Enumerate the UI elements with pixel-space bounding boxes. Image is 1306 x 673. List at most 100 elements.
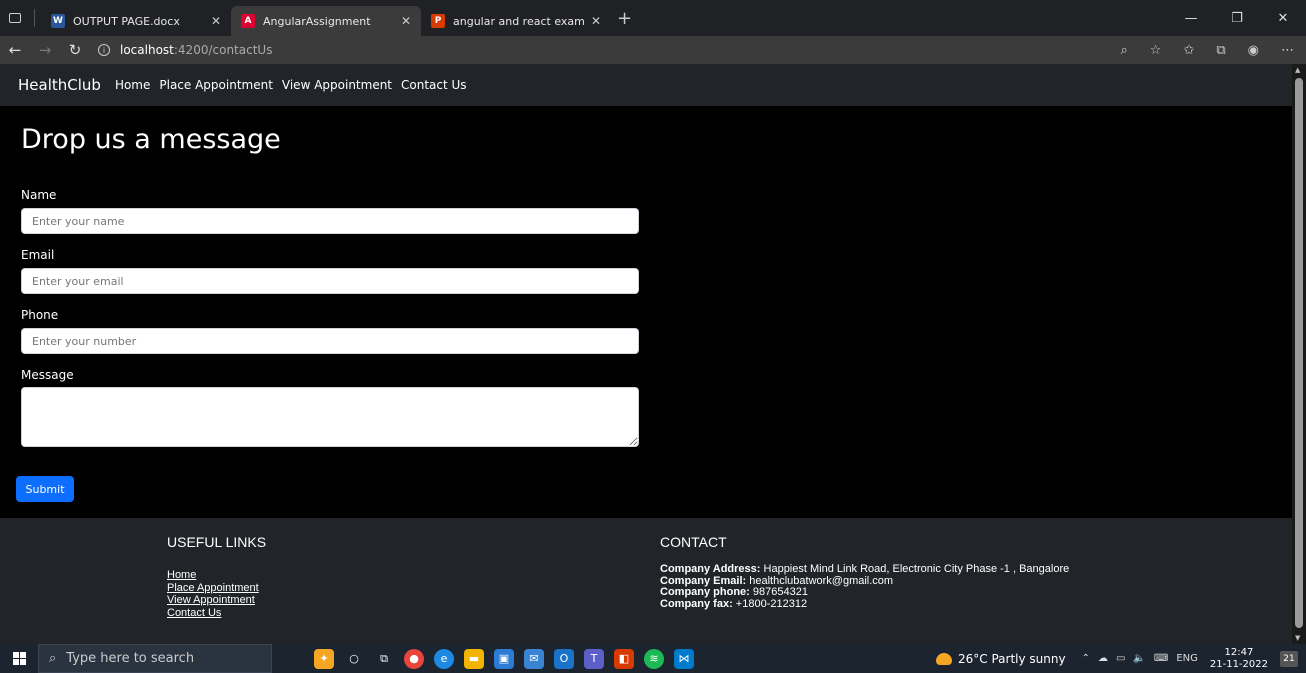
- page-title: Drop us a message: [21, 124, 281, 155]
- url-path: :4200/contactUs: [173, 43, 273, 57]
- company-fax: Company fax: +1800-212312: [660, 597, 1069, 611]
- taskbar-search[interactable]: ⌕ Type here to search: [38, 644, 272, 673]
- weather-text: 26°C Partly sunny: [958, 651, 1066, 666]
- contact-form-section: Drop us a message Name Email Phone Messa…: [0, 106, 1292, 518]
- submit-button[interactable]: Submit: [16, 476, 74, 502]
- clock[interactable]: 12:47 21-11-2022: [1210, 647, 1268, 671]
- mail-icon[interactable]: ✉: [524, 648, 544, 669]
- tab-actions-button[interactable]: [0, 0, 30, 36]
- word-icon: W: [51, 14, 65, 28]
- footer-link-place-appointment[interactable]: Place Appointment: [167, 582, 259, 595]
- tab-label: AngularAssignment: [263, 14, 371, 28]
- restore-icon[interactable]: ❐: [1214, 0, 1260, 36]
- favorites-list-icon[interactable]: ✩: [1183, 43, 1194, 58]
- footer-link-view-appointment[interactable]: View Appointment: [167, 594, 259, 607]
- taskbar-search-placeholder: Type here to search: [66, 651, 195, 666]
- contact-details: Company Address: Happiest Mind Link Road…: [660, 563, 1070, 611]
- contact-heading: CONTACT: [660, 534, 727, 550]
- company-phone-value: 987654321: [749, 586, 808, 598]
- brand-link[interactable]: HealthClub: [18, 76, 101, 94]
- tab-label: OUTPUT PAGE.docx: [73, 14, 180, 28]
- tab-actions-icon: [9, 13, 21, 23]
- close-tab-icon[interactable]: ✕: [211, 14, 221, 28]
- name-input[interactable]: [21, 208, 639, 234]
- new-tab-icon[interactable]: +: [617, 8, 632, 29]
- chrome-icon[interactable]: ●: [404, 648, 424, 669]
- message-textarea[interactable]: [21, 387, 639, 447]
- company-email-value: healthclubatwork@gmail.com: [746, 574, 894, 587]
- message-label: Message: [21, 368, 74, 382]
- language-indicator[interactable]: ENG: [1176, 653, 1198, 664]
- minimize-icon[interactable]: —: [1168, 0, 1214, 36]
- forward-icon[interactable]: →: [30, 41, 60, 59]
- task-view-icon[interactable]: ⧉: [374, 649, 394, 669]
- windows-taskbar: ⌕ Type here to search ✦ ○ ⧉ ● e ▬ ▣ ✉ O …: [0, 644, 1306, 673]
- office-icon[interactable]: ◧: [614, 648, 634, 669]
- footer-link-home[interactable]: Home: [167, 569, 259, 582]
- url-field[interactable]: i localhost:4200/contactUs: [98, 43, 272, 57]
- taskbar-apps: ✦ ○ ⧉ ● e ▬ ▣ ✉ O T ◧ ≋ ⋈: [314, 648, 694, 669]
- company-fax-label: Company fax:: [660, 597, 733, 610]
- store-icon[interactable]: ▣: [494, 648, 514, 669]
- teams-icon[interactable]: T: [584, 648, 604, 669]
- site-info-icon[interactable]: i: [98, 44, 110, 56]
- system-tray: 26°C Partly sunny ⌃ ☁ ▭ 🔈 ⌨ ENG 12:47 21…: [936, 644, 1298, 673]
- chevron-up-icon[interactable]: ⌃: [1082, 653, 1090, 664]
- address-bar: ← → ↻ i localhost:4200/contactUs ⌕ ☆ ✩ ⧉…: [0, 36, 1306, 64]
- browser-tab-word[interactable]: W OUTPUT PAGE.docx ✕: [41, 6, 231, 36]
- nav-contact-us[interactable]: Contact Us: [401, 78, 467, 92]
- scroll-up-icon[interactable]: ▲: [1295, 66, 1300, 74]
- zoom-icon[interactable]: ⌕: [1121, 43, 1128, 58]
- nav-home[interactable]: Home: [115, 78, 150, 92]
- company-address-value: Happiest Mind Link Road, Electronic City…: [760, 563, 1070, 575]
- refresh-icon[interactable]: ↻: [60, 41, 90, 59]
- browser-tab-angular[interactable]: A AngularAssignment ✕: [231, 6, 421, 36]
- company-phone-label: Company phone:: [660, 586, 750, 598]
- back-icon[interactable]: ←: [0, 41, 30, 59]
- close-window-icon[interactable]: ✕: [1260, 0, 1306, 36]
- notification-icon[interactable]: 21: [1280, 650, 1298, 667]
- window-controls: — ❐ ✕: [1168, 0, 1306, 36]
- volume-icon[interactable]: 🔈: [1133, 653, 1145, 664]
- phone-label: Phone: [21, 308, 59, 322]
- close-tab-icon[interactable]: ✕: [591, 14, 601, 28]
- tray-icons: ⌃ ☁ ▭ 🔈 ⌨ ENG: [1082, 653, 1198, 664]
- nav-view-appointment[interactable]: View Appointment: [282, 78, 392, 92]
- widgets-icon[interactable]: ✦: [314, 648, 334, 669]
- email-label: Email: [21, 248, 55, 262]
- email-input[interactable]: [21, 268, 639, 294]
- edge-icon[interactable]: e: [434, 648, 454, 669]
- more-menu-icon[interactable]: ⋯: [1281, 43, 1294, 58]
- url-host: localhost: [120, 43, 174, 57]
- profile-icon[interactable]: ◉: [1248, 43, 1259, 58]
- file-explorer-icon[interactable]: ▬: [464, 648, 484, 669]
- page-footer: USEFUL LINKS Home Place Appointment View…: [0, 518, 1292, 644]
- name-label: Name: [21, 188, 57, 202]
- scrollbar-thumb[interactable]: [1295, 78, 1303, 628]
- cortana-icon[interactable]: ○: [344, 649, 364, 669]
- angular-icon: A: [241, 14, 255, 28]
- tab-label: angular and react exam papers.p: [453, 14, 585, 28]
- onedrive-icon[interactable]: ☁: [1098, 653, 1108, 664]
- browser-toolbar: ⌕ ☆ ✩ ⧉ ◉ ⋯: [1121, 36, 1294, 64]
- collections-icon[interactable]: ⧉: [1216, 43, 1225, 58]
- battery-icon[interactable]: ▭: [1116, 653, 1125, 664]
- keyboard-icon[interactable]: ⌨: [1154, 653, 1168, 664]
- page-scrollbar[interactable]: ▲ ▼: [1292, 64, 1306, 644]
- weather-widget[interactable]: 26°C Partly sunny: [936, 652, 1066, 666]
- nav-place-appointment[interactable]: Place Appointment: [159, 78, 273, 92]
- outlook-icon[interactable]: O: [554, 648, 574, 669]
- scroll-down-icon[interactable]: ▼: [1295, 634, 1300, 642]
- vscode-icon[interactable]: ⋈: [674, 648, 694, 669]
- start-button[interactable]: [0, 644, 38, 673]
- phone-input[interactable]: [21, 328, 639, 354]
- clock-date: 21-11-2022: [1209, 658, 1268, 670]
- app-navbar: HealthClub Home Place Appointment View A…: [0, 64, 1292, 106]
- spotify-icon[interactable]: ≋: [644, 648, 664, 669]
- tab-separator: [34, 9, 35, 27]
- company-fax-value: +1800-212312: [732, 597, 808, 610]
- browser-tab-pdf[interactable]: P angular and react exam papers.p ✕: [421, 6, 611, 36]
- footer-link-contact-us[interactable]: Contact Us: [167, 607, 259, 620]
- close-tab-icon[interactable]: ✕: [401, 14, 411, 28]
- favorite-star-icon[interactable]: ☆: [1150, 43, 1162, 58]
